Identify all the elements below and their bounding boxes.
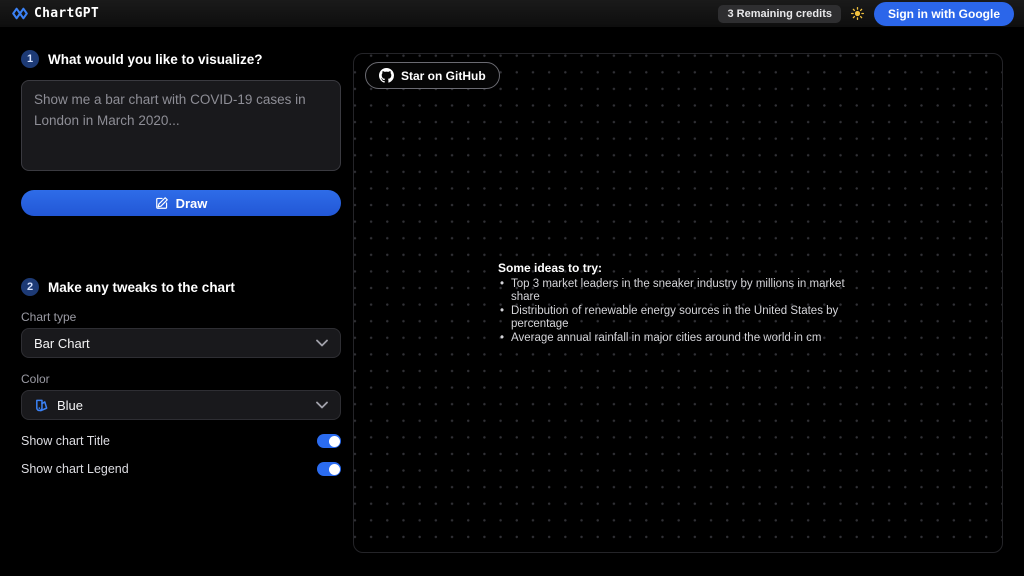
step-2-header: 2 Make any tweaks to the chart xyxy=(21,278,341,296)
step-1-header: 1 What would you like to visualize? xyxy=(21,50,341,68)
show-title-toggle[interactable] xyxy=(317,434,341,448)
top-bar: ChartGPT 3 Remaining credits Sign in wit… xyxy=(0,0,1024,27)
step-2-number: 2 xyxy=(21,278,39,296)
chevron-down-icon xyxy=(316,339,328,347)
github-icon xyxy=(379,68,394,83)
sign-in-google-button[interactable]: Sign in with Google xyxy=(874,2,1014,26)
color-select[interactable]: Blue xyxy=(21,390,341,420)
toggle-knob xyxy=(329,436,340,447)
ideas-list: Top 3 market leaders in the sneaker indu… xyxy=(498,278,858,345)
show-title-row: Show chart Title xyxy=(21,434,341,448)
control-panel: 1 What would you like to visualize? Draw… xyxy=(21,27,341,476)
idea-item: Top 3 market leaders in the sneaker indu… xyxy=(498,278,858,305)
draw-button-label: Draw xyxy=(176,196,208,211)
pencil-icon xyxy=(155,196,169,210)
idea-item: Distribution of renewable energy sources… xyxy=(498,305,858,332)
chartgpt-logo-icon xyxy=(12,7,28,20)
step-1-number: 1 xyxy=(21,50,39,68)
show-title-label: Show chart Title xyxy=(21,434,110,448)
app-title: ChartGPT xyxy=(34,6,99,21)
chart-type-label: Chart type xyxy=(21,310,341,324)
show-legend-row: Show chart Legend xyxy=(21,462,341,476)
color-swatch-icon xyxy=(34,398,49,413)
show-legend-label: Show chart Legend xyxy=(21,462,129,476)
theme-toggle-sun-icon[interactable] xyxy=(851,7,864,20)
step-1-title: What would you like to visualize? xyxy=(48,52,263,67)
toggle-knob xyxy=(329,464,340,475)
main-content: 1 What would you like to visualize? Draw… xyxy=(0,27,1024,553)
star-on-github-button[interactable]: Star on GitHub xyxy=(365,62,500,89)
app-logo[interactable]: ChartGPT xyxy=(12,6,99,21)
chevron-down-icon xyxy=(316,401,328,409)
color-value: Blue xyxy=(57,398,308,413)
github-button-label: Star on GitHub xyxy=(401,69,486,83)
ideas-title: Some ideas to try: xyxy=(498,261,858,275)
ideas-block: Some ideas to try: Top 3 market leaders … xyxy=(498,261,858,345)
chart-type-value: Bar Chart xyxy=(34,336,308,351)
color-label: Color xyxy=(21,372,341,386)
chart-type-select[interactable]: Bar Chart xyxy=(21,328,341,358)
idea-item: Average annual rainfall in major cities … xyxy=(498,332,858,345)
show-legend-toggle[interactable] xyxy=(317,462,341,476)
credits-badge: 3 Remaining credits xyxy=(718,5,841,23)
prompt-input[interactable] xyxy=(21,80,341,171)
draw-button[interactable]: Draw xyxy=(21,190,341,216)
chart-canvas: Star on GitHub Some ideas to try: Top 3 … xyxy=(353,53,1003,553)
step-2-title: Make any tweaks to the chart xyxy=(48,280,235,295)
